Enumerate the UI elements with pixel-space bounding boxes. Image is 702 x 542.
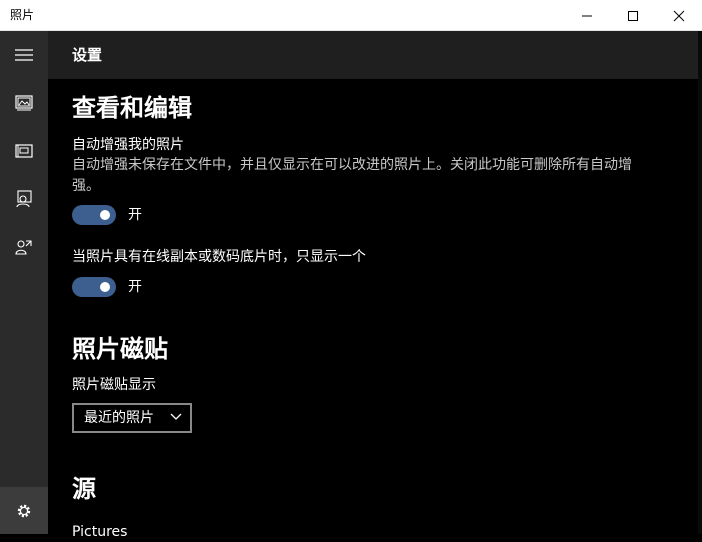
scrollbar-track[interactable] [698, 31, 702, 534]
app-title: 照片 [10, 8, 35, 22]
auto-enhance-toggle-row: 开 [72, 204, 142, 226]
close-button[interactable] [656, 0, 702, 31]
photos-collection-icon [15, 95, 33, 111]
tile-display-dropdown[interactable]: 最近的照片 [72, 403, 192, 433]
share-people-icon [15, 240, 32, 255]
side-nav [0, 31, 48, 534]
hamburger-icon [15, 49, 33, 61]
maximize-button[interactable] [610, 0, 656, 31]
close-icon [673, 10, 685, 21]
nav-item-people[interactable] [0, 175, 48, 223]
maximize-icon [628, 10, 638, 21]
section-heading-source: 源 [72, 475, 96, 503]
settings-content: 查看和编辑 自动增强我的照片 自动增强未保存在文件中，并且仅显示在可以改进的照片… [72, 79, 672, 540]
linked-duplicates-label: 当照片具有在线副本或数码底片时，只显示一个 [72, 249, 366, 265]
album-icon [15, 144, 33, 158]
nav-item-albums[interactable] [0, 127, 48, 175]
tile-display-label: 照片磁贴显示 [72, 377, 156, 393]
tile-display-selected: 最近的照片 [84, 410, 154, 426]
nav-item-collection[interactable] [0, 79, 48, 127]
toggle-knob [100, 210, 110, 220]
section-heading-view-edit: 查看和编辑 [72, 94, 192, 122]
auto-enhance-toggle[interactable] [72, 205, 116, 225]
nav-item-settings[interactable] [0, 487, 48, 534]
people-icon [16, 190, 32, 208]
nav-item-share[interactable] [0, 223, 48, 271]
page-title: 设置 [72, 46, 103, 64]
linked-duplicates-toggle-state: 开 [128, 279, 142, 295]
chevron-down-icon [170, 413, 182, 420]
toggle-knob [100, 282, 110, 292]
auto-enhance-description: 自动增强未保存在文件中，并且仅显示在可以改进的照片上。关闭此功能可删除所有自动增… [72, 157, 632, 194]
auto-enhance-label: 自动增强我的照片 [72, 137, 184, 153]
title-bar: 照片 [0, 0, 702, 31]
minimize-icon [582, 15, 592, 16]
section-heading-tile: 照片磁贴 [72, 335, 168, 363]
source-item-pictures: Pictures [72, 524, 128, 540]
linked-duplicates-toggle-row: 开 [72, 276, 142, 298]
minimize-button[interactable] [564, 0, 610, 31]
gear-icon [17, 504, 31, 517]
auto-enhance-toggle-state: 开 [128, 207, 142, 223]
page-header: 设置 [48, 31, 702, 79]
linked-duplicates-toggle[interactable] [72, 277, 116, 297]
hamburger-menu-button[interactable] [0, 31, 48, 79]
